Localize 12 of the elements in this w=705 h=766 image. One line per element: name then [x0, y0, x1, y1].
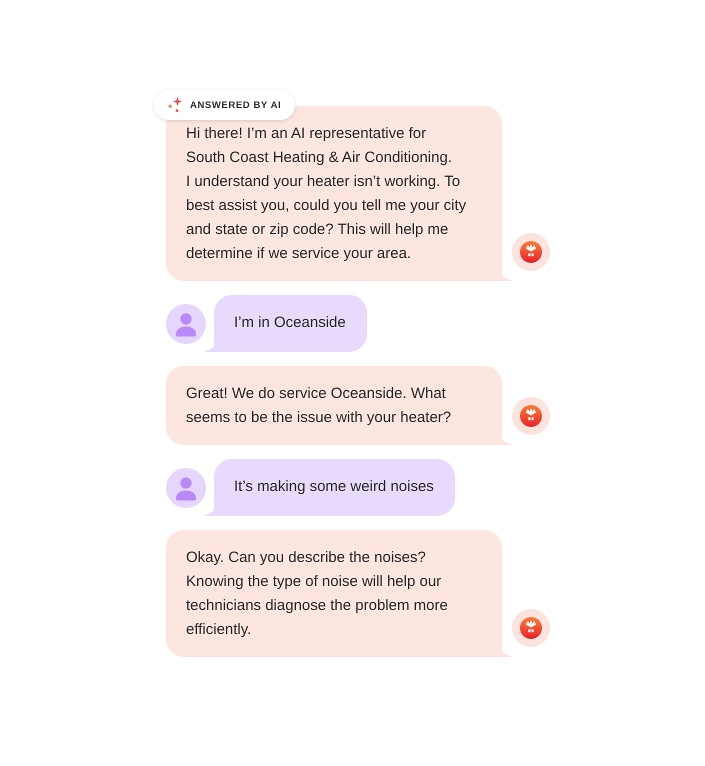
message-text: I’m in Oceanside	[234, 313, 346, 333]
sparkle-icon	[167, 97, 183, 113]
assistant-avatar-icon	[512, 609, 550, 647]
assistant-avatar-icon	[512, 397, 550, 435]
message-text: Hi there! I’m an AI representative for South Coast Heating & Air Conditioning. I understand your heater isn’t working. To best assist you, could you tell me your city and state or zip code? This will help me determine if we service your area.	[186, 124, 468, 264]
message-text: Okay. Can you describe the noises? Knowing the type of noise will help our technicians diagnose the problem more efficiently.	[186, 548, 449, 640]
user-avatar-icon	[166, 304, 206, 344]
badge-label: ANSWERED BY AI	[190, 100, 282, 110]
message-text: Great! We do service Oceanside. What seems to be the issue with your heater?	[186, 384, 452, 428]
message-text: It’s making some weird noises	[234, 477, 434, 497]
user-avatar-icon	[166, 468, 206, 508]
assistant-avatar-icon	[512, 233, 550, 271]
